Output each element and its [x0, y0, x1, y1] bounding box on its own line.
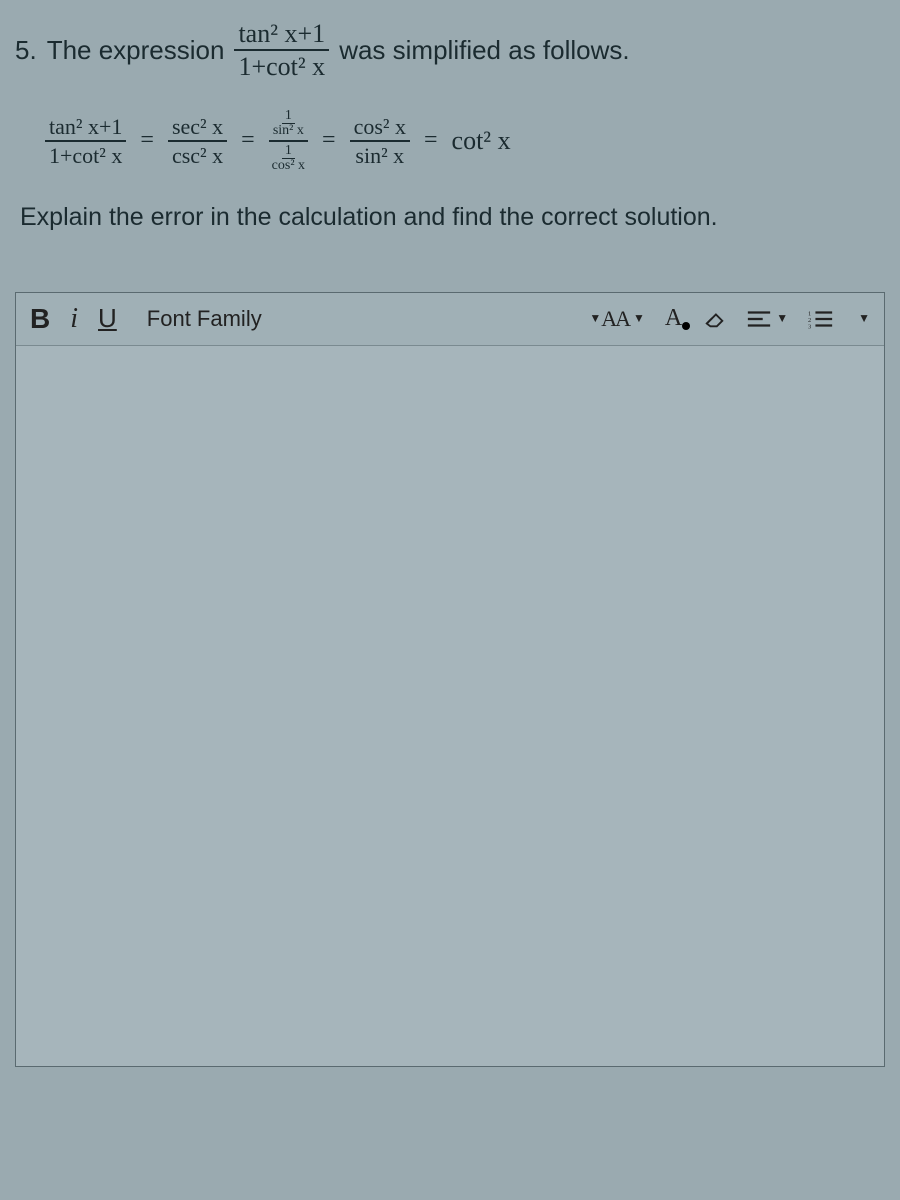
- question-line-1: 5. The expression tan² x+1 1+cot² x was …: [15, 20, 885, 81]
- underline-button[interactable]: U: [98, 303, 117, 334]
- expression-fraction: tan² x+1 1+cot² x: [234, 20, 329, 81]
- chevron-down-icon: ▼: [633, 311, 645, 326]
- list-dropdown[interactable]: 1 2 3: [808, 308, 834, 330]
- step-4: cos² x sin² x: [350, 115, 410, 167]
- equals-3: =: [322, 127, 336, 154]
- chevron-down-icon: ▼: [776, 311, 788, 326]
- paragraph-align-dropdown[interactable]: ▼: [746, 308, 788, 330]
- worked-steps: tan² x+1 1+cot² x = sec² x csc² x = 1 si…: [15, 109, 885, 173]
- chevron-down-icon: ▼: [589, 311, 601, 326]
- more-options-dropdown[interactable]: ▼: [854, 311, 870, 326]
- eraser-icon: [704, 308, 726, 330]
- question-area: 5. The expression tan² x+1 1+cot² x was …: [0, 0, 900, 262]
- chevron-down-icon: ▼: [858, 311, 870, 326]
- editor-textarea[interactable]: [16, 346, 884, 1066]
- editor-toolbar: B i U Font Family ▼ AA ▼ A: [16, 293, 884, 346]
- color-swatch-icon: [682, 322, 690, 330]
- question-text-after: was simplified as follows.: [339, 35, 629, 66]
- question-number: 5.: [15, 35, 37, 66]
- rich-text-editor: B i U Font Family ▼ AA ▼ A: [15, 292, 885, 1067]
- question-prompt: Explain the error in the calculation and…: [15, 203, 885, 232]
- svg-text:3: 3: [808, 323, 811, 330]
- equals-4: =: [424, 127, 438, 154]
- clear-formatting-button[interactable]: [704, 308, 726, 330]
- fraction-denominator: 1+cot² x: [234, 51, 329, 80]
- result: cot² x: [452, 126, 511, 156]
- numbered-list-icon: 1 2 3: [808, 308, 834, 330]
- fraction-numerator: tan² x+1: [234, 20, 329, 51]
- step-1: tan² x+1 1+cot² x: [45, 115, 126, 167]
- font-size-dropdown[interactable]: ▼ AA ▼: [585, 306, 645, 332]
- font-color-dropdown[interactable]: A: [665, 305, 684, 332]
- step-3: 1 sin² x 1 cos² x: [269, 109, 308, 173]
- bold-button[interactable]: B: [30, 303, 50, 335]
- font-family-dropdown[interactable]: Font Family: [147, 306, 262, 332]
- equals-2: =: [241, 127, 255, 154]
- equals-1: =: [140, 127, 154, 154]
- italic-button[interactable]: i: [70, 303, 78, 335]
- step-2: sec² x csc² x: [168, 115, 227, 167]
- question-text-before: The expression: [47, 35, 225, 66]
- align-lines-icon: [746, 308, 772, 330]
